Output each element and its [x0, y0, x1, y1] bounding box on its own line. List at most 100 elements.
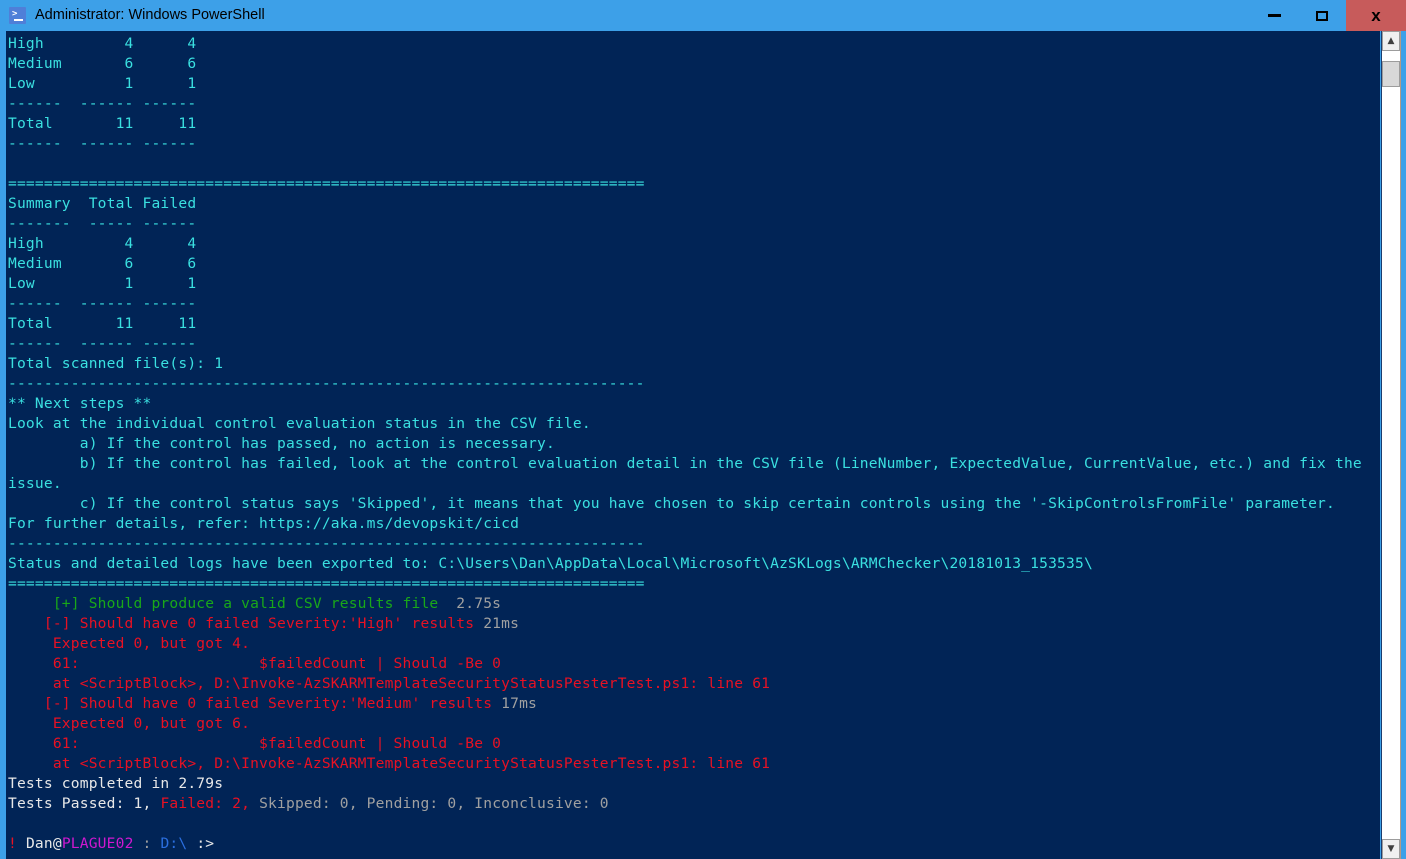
console-text-segment: Expected 0, but got 6. — [8, 715, 251, 732]
console-frame: High 4 4 Medium 6 6 Low 1 1 ------ ------ -… — [0, 31, 1406, 859]
console-text-segment: [-] Should have 0 failed Severity:'Mediu… — [8, 695, 502, 712]
console-text-segment: Tests Passed: 1, — [8, 795, 161, 812]
console-text-segment: 61: $failedCount | Should -Be 0 — [8, 655, 502, 672]
console-text-segment — [187, 835, 196, 852]
console-line: Expected 0, but got 6. — [8, 714, 1380, 734]
console-text-segment: Medium 6 6 — [8, 255, 197, 272]
console-text-segment: Failed: 2, — [160, 795, 251, 812]
minimize-button[interactable] — [1250, 0, 1298, 31]
console-text-segment: Dan@ — [25, 835, 62, 852]
console-lines: High 4 4 Medium 6 6 Low 1 1 ------ ------ -… — [8, 34, 1380, 854]
console-text-segment: Total 11 11 — [8, 115, 197, 132]
console-text-segment: ------- ----- ------ — [8, 215, 197, 232]
maximize-button[interactable] — [1298, 0, 1346, 31]
console-output-area[interactable]: High 4 4 Medium 6 6 Low 1 1 ------ ------ -… — [6, 31, 1380, 859]
console-text-segment: Expected 0, but got 4. — [8, 635, 251, 652]
console-text-segment: [-] Should have 0 failed Severity:'High'… — [8, 615, 484, 632]
console-line: 61: $failedCount | Should -Be 0 — [8, 734, 1380, 754]
console-text-segment: c) If the control status says 'Skipped',… — [8, 495, 1335, 512]
console-text-segment: 2.75s — [447, 595, 502, 612]
console-line: Low 1 1 — [8, 74, 1380, 94]
console-line: Low 1 1 — [8, 274, 1380, 294]
console-text-segment: ------ ------ ------ — [8, 135, 197, 152]
console-text-segment: High 4 4 — [8, 235, 197, 252]
console-text-segment: Summary Total Failed — [8, 195, 197, 212]
console-line: ------- ----- ------ — [8, 214, 1380, 234]
minimize-icon — [1267, 14, 1281, 17]
vertical-scrollbar[interactable]: ▲ ▼ — [1380, 31, 1406, 859]
chevron-down-icon: ▼ — [1387, 843, 1395, 854]
console-text-segment: a) If the control has passed, no action … — [8, 435, 555, 452]
console-line: at <ScriptBlock>, D:\Invoke-AzSKARMTempl… — [8, 754, 1380, 774]
console-text-segment: b) If the control has failed, look at th… — [8, 455, 1362, 472]
console-line: Total scanned file(s): 1 — [8, 354, 1380, 374]
console-text-segment: 17ms — [501, 695, 538, 712]
console-text-segment: Total scanned file(s): 1 — [8, 355, 224, 372]
close-button[interactable]: x — [1346, 0, 1406, 31]
console-line: ========================================… — [8, 174, 1380, 194]
console-text-segment: Low 1 1 — [8, 75, 197, 92]
console-line: Tests completed in 2.79s — [8, 774, 1380, 794]
console-line: Medium 6 6 — [8, 54, 1380, 74]
scroll-down-button[interactable]: ▼ — [1382, 839, 1400, 859]
console-line: ------ ------ ------ — [8, 94, 1380, 114]
console-line: Summary Total Failed — [8, 194, 1380, 214]
console-line: ------ ------ ------ — [8, 334, 1380, 354]
chevron-up-icon: ▲ — [1387, 35, 1395, 46]
console-text-segment: ========================================… — [8, 575, 645, 592]
console-text-segment: ! — [8, 835, 26, 852]
console-line: issue. — [8, 474, 1380, 494]
console-line: ------ ------ ------ — [8, 294, 1380, 314]
console-line: b) If the control has failed, look at th… — [8, 454, 1380, 474]
console-text-segment: ------ ------ ------ — [8, 95, 197, 112]
scrollbar-track-upper[interactable] — [1382, 51, 1400, 61]
title-bar[interactable]: > Administrator: Windows PowerShell x — [0, 0, 1406, 31]
console-line: ! Dan@PLAGUE02 : D:\ :> — [8, 834, 1380, 854]
console-line: ** Next steps ** — [8, 394, 1380, 414]
console-text-segment: ----------------------------------------… — [8, 535, 645, 552]
console-text-segment: Status and detailed logs have been expor… — [8, 555, 1093, 572]
console-line: Expected 0, but got 4. — [8, 634, 1380, 654]
console-line: c) If the control status says 'Skipped',… — [8, 494, 1380, 514]
console-line: ------ ------ ------ — [8, 134, 1380, 154]
console-text-segment: Look at the individual control evaluatio… — [8, 415, 591, 432]
console-line: Look at the individual control evaluatio… — [8, 414, 1380, 434]
console-text-segment: High 4 4 — [8, 35, 197, 52]
scrollbar-track[interactable]: ▲ ▼ — [1381, 31, 1401, 859]
powershell-underline-icon — [14, 19, 23, 21]
console-line: a) If the control has passed, no action … — [8, 434, 1380, 454]
console-text-segment: Total 11 11 — [8, 315, 197, 332]
console-text-segment: Tests completed in 2.79s — [8, 775, 224, 792]
console-line: [+] Should produce a valid CSV results f… — [8, 594, 1380, 614]
console-line: Tests Passed: 1, Failed: 2, Skipped: 0, … — [8, 794, 1380, 814]
console-line: High 4 4 — [8, 34, 1380, 54]
console-text-segment: D:\ — [160, 835, 188, 852]
console-line: ========================================… — [8, 574, 1380, 594]
console-text-segment: ** Next steps ** — [8, 395, 152, 412]
console-text-segment: 61: $failedCount | Should -Be 0 — [8, 735, 502, 752]
window-title: Administrator: Windows PowerShell — [35, 7, 265, 23]
scroll-up-button[interactable]: ▲ — [1382, 31, 1400, 51]
close-icon: x — [1371, 6, 1381, 25]
console-text-segment: [+] Should produce a valid CSV results f… — [8, 595, 448, 612]
console-text-segment: : — [133, 835, 161, 852]
console-text-segment: issue. — [8, 475, 62, 492]
console-line: 61: $failedCount | Should -Be 0 — [8, 654, 1380, 674]
console-line: [-] Should have 0 failed Severity:'Mediu… — [8, 694, 1380, 714]
powershell-icon: > — [9, 7, 26, 24]
console-text-segment: ========================================… — [8, 175, 645, 192]
powershell-window: > Administrator: Windows PowerShell x Hi… — [0, 0, 1406, 859]
console-line: ----------------------------------------… — [8, 374, 1380, 394]
console-line: Status and detailed logs have been expor… — [8, 554, 1380, 574]
console-text-segment: Low 1 1 — [8, 275, 197, 292]
console-text-segment: ------ ------ ------ — [8, 295, 197, 312]
console-text-segment: Skipped: 0, Pending: 0, Inconclusive: 0 — [250, 795, 609, 812]
console-text-segment: PLAGUE02 — [61, 835, 134, 852]
scrollbar-thumb[interactable] — [1382, 61, 1400, 87]
console-line: High 4 4 — [8, 234, 1380, 254]
console-line: Total 11 11 — [8, 114, 1380, 134]
console-text-segment: ----------------------------------------… — [8, 375, 645, 392]
console-text-segment: Medium 6 6 — [8, 55, 197, 72]
window-controls: x — [1250, 0, 1406, 31]
